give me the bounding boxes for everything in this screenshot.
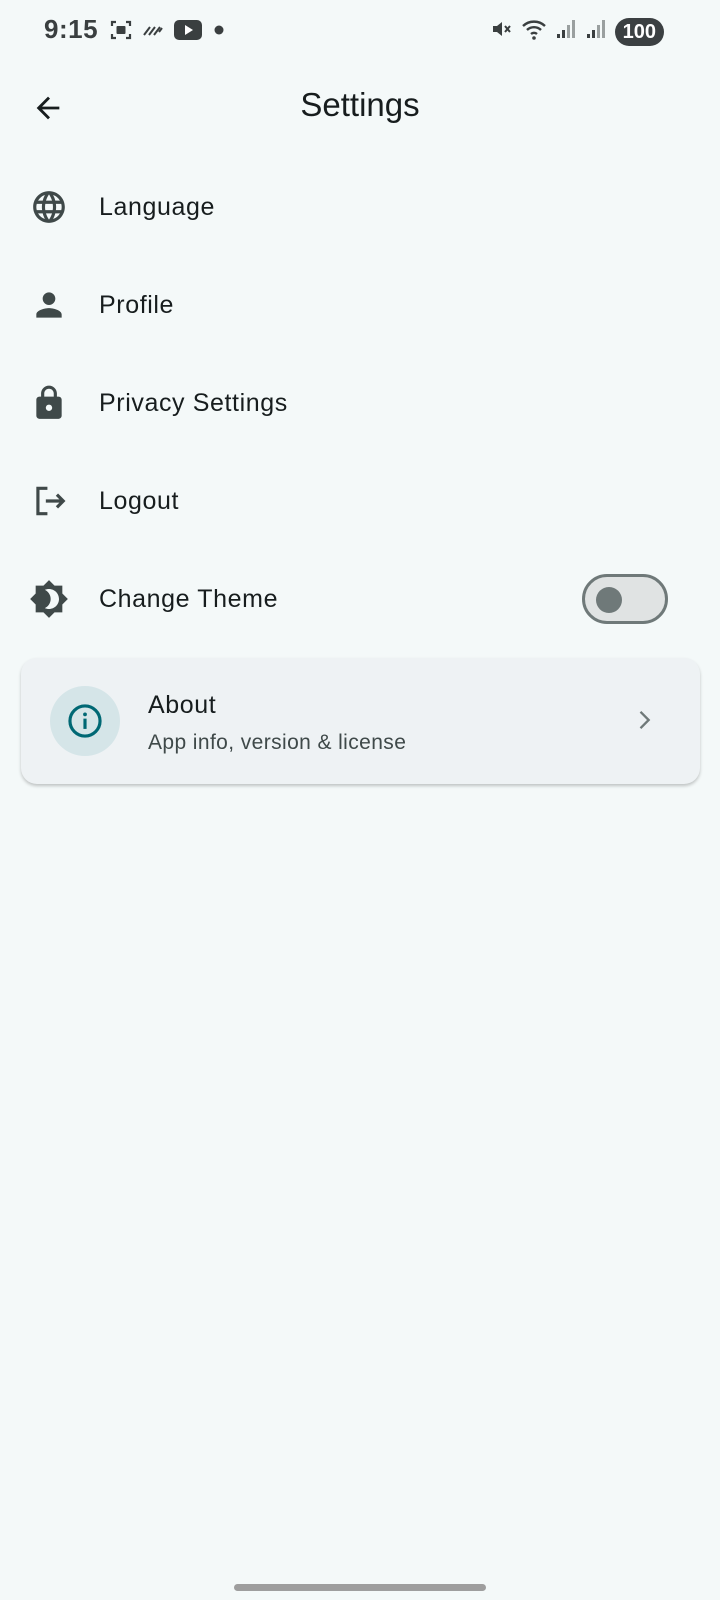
settings-item-change-theme[interactable]: Change Theme	[0, 550, 720, 648]
brightness-icon	[29, 579, 69, 619]
settings-item-label: Language	[99, 192, 216, 221]
wifi-icon	[521, 17, 547, 46]
info-icon	[68, 704, 102, 738]
about-card[interactable]: About App info, version & license	[21, 658, 700, 784]
dot-icon	[212, 23, 226, 42]
settings-item-profile[interactable]: Profile	[0, 256, 720, 354]
person-icon	[29, 285, 69, 325]
gesture-navigation-bar[interactable]	[234, 1584, 486, 1591]
settings-list: Language Profile Privacy Settings Logout	[0, 158, 720, 648]
lock-icon	[29, 383, 69, 423]
battery-indicator: 100	[614, 17, 664, 46]
settings-item-label: Profile	[99, 290, 175, 319]
status-right-icons: 100	[489, 17, 664, 46]
screenshot-icon	[110, 19, 132, 46]
about-icon-container	[50, 686, 120, 756]
settings-item-label: Logout	[99, 486, 180, 515]
logout-icon	[29, 481, 69, 521]
settings-item-privacy[interactable]: Privacy Settings	[0, 354, 720, 452]
status-time: 9:15	[44, 14, 99, 44]
about-subtitle: App info, version & license	[148, 731, 407, 754]
mute-icon	[489, 17, 513, 46]
app-bar: Settings	[0, 70, 720, 144]
status-left-icons	[110, 19, 226, 46]
settings-item-language[interactable]: Language	[0, 158, 720, 256]
signal-icon	[555, 18, 577, 45]
theme-toggle[interactable]	[582, 574, 668, 624]
page-title: Settings	[300, 86, 420, 123]
settings-item-logout[interactable]: Logout	[0, 452, 720, 550]
chevron-right-icon	[628, 704, 660, 736]
globe-icon	[29, 187, 69, 227]
about-title: About	[148, 691, 217, 719]
youtube-icon	[174, 20, 202, 45]
signal-icon	[585, 18, 607, 45]
status-bar: 9:15 100	[0, 0, 720, 64]
stylus-icon	[142, 23, 164, 42]
settings-item-label: Change Theme	[99, 584, 279, 613]
toggle-knob	[596, 587, 622, 613]
settings-item-label: Privacy Settings	[99, 388, 288, 417]
